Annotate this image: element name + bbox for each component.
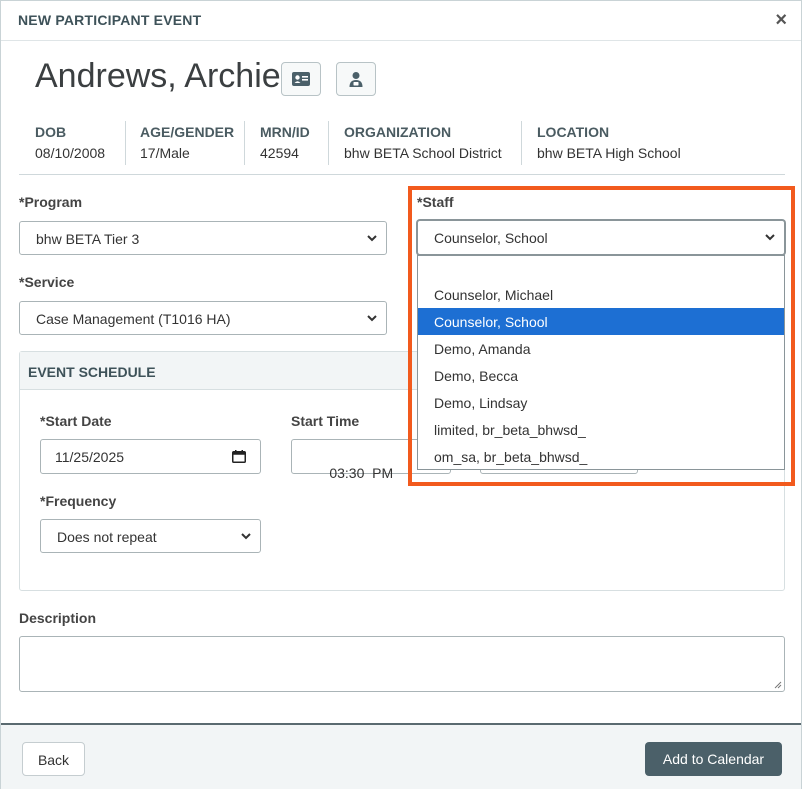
- event-schedule-title: EVENT SCHEDULE: [28, 364, 156, 380]
- age-gender-column: AGE/GENDER 17/Male: [125, 121, 244, 165]
- organization-value: bhw BETA School District: [344, 145, 502, 161]
- staff-option[interactable]: Counselor, Michael: [418, 281, 784, 308]
- program-select[interactable]: bhw BETA Tier 3: [19, 221, 387, 255]
- staff-option[interactable]: om_sa, br_beta_bhwsd_: [418, 443, 784, 470]
- staff-label: *Staff: [417, 194, 454, 210]
- calendar-icon[interactable]: [232, 450, 246, 463]
- modal-header: NEW PARTICIPANT EVENT ×: [1, 1, 801, 41]
- dob-label: DOB: [35, 124, 67, 140]
- mrn-value: 42594: [260, 145, 299, 161]
- staff-option[interactable]: limited, br_beta_bhwsd_: [418, 416, 784, 443]
- chevron-down-icon: [241, 533, 251, 540]
- close-icon[interactable]: ×: [775, 10, 787, 30]
- back-button[interactable]: Back: [22, 742, 85, 776]
- description-label: Description: [19, 610, 97, 626]
- start-time-label: Start Time: [291, 413, 360, 429]
- staff-value: Counselor, School: [434, 230, 548, 246]
- program-value: bhw BETA Tier 3: [36, 231, 140, 247]
- start-time-value: 03:30 PM: [329, 465, 394, 481]
- staff-option-selected[interactable]: Counselor, School: [418, 308, 784, 335]
- chevron-down-icon: [765, 234, 775, 241]
- staff-option[interactable]: Demo, Amanda: [418, 335, 784, 362]
- organization-label: ORGANIZATION: [344, 124, 452, 140]
- staff-option[interactable]: Demo, Becca: [418, 362, 784, 389]
- organization-column: ORGANIZATION bhw BETA School District: [328, 121, 521, 165]
- staff-button[interactable]: [336, 62, 376, 96]
- frequency-select[interactable]: Does not repeat: [40, 519, 261, 553]
- mrn-label: MRN/ID: [260, 124, 310, 140]
- start-date-value: 11/25/2025: [55, 449, 125, 465]
- demographics-row: DOB 08/10/2008 AGE/GENDER 17/Male MRN/ID…: [19, 121, 785, 175]
- id-card-icon: [292, 72, 310, 86]
- dob-value: 08/10/2008: [35, 145, 106, 161]
- frequency-label: *Frequency: [40, 493, 117, 509]
- staff-dropdown-list: Counselor, Michael Counselor, School Dem…: [417, 255, 785, 470]
- location-value: bhw BETA High School: [537, 145, 681, 161]
- service-label: *Service: [19, 274, 75, 290]
- modal-title: NEW PARTICIPANT EVENT: [18, 12, 202, 28]
- program-label: *Program: [19, 194, 83, 210]
- age-gender-label: AGE/GENDER: [140, 124, 235, 140]
- location-label: LOCATION: [537, 124, 610, 140]
- chevron-down-icon: [367, 235, 377, 242]
- staff-option[interactable]: Demo, Lindsay: [418, 389, 784, 416]
- modal-footer: Back Add to Calendar: [1, 723, 801, 789]
- id-card-button[interactable]: [281, 62, 321, 96]
- staff-icon: [349, 72, 363, 87]
- patient-name: Andrews, Archie: [35, 57, 281, 95]
- new-participant-event-modal: NEW PARTICIPANT EVENT × Andrews, Archie …: [0, 0, 802, 789]
- start-date-label: *Start Date: [40, 413, 112, 429]
- add-to-calendar-button[interactable]: Add to Calendar: [645, 742, 782, 776]
- frequency-value: Does not repeat: [57, 529, 157, 545]
- staff-select[interactable]: Counselor, School: [417, 220, 785, 255]
- description-textarea[interactable]: [19, 636, 785, 692]
- age-gender-value: 17/Male: [140, 145, 190, 161]
- resize-grip-icon[interactable]: [774, 681, 782, 689]
- dob-column: DOB 08/10/2008: [19, 121, 125, 165]
- location-column: LOCATION bhw BETA High School: [521, 121, 721, 165]
- service-value: Case Management (T1016 HA): [36, 311, 231, 327]
- service-select[interactable]: Case Management (T1016 HA): [19, 301, 387, 335]
- mrn-column: MRN/ID 42594: [244, 121, 328, 165]
- chevron-down-icon: [367, 315, 377, 322]
- start-date-input[interactable]: 11/25/2025: [40, 439, 261, 474]
